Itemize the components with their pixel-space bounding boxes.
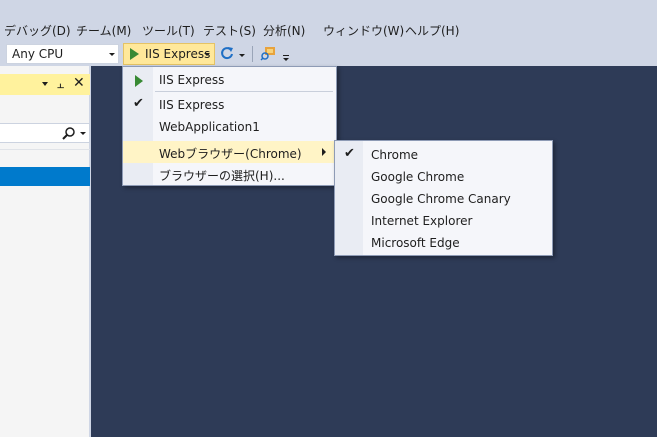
submenu-item-internet-explorer[interactable]: Internet Explorer (335, 210, 552, 232)
menu-tools[interactable]: ツール(T) (142, 22, 195, 39)
platform-combo[interactable]: Any CPU (6, 44, 119, 64)
menu-separator (155, 91, 333, 92)
standard-toolbar: Any CPU IIS Express (0, 42, 657, 66)
toolbar-separator (252, 46, 253, 62)
submenu-item-google-chrome[interactable]: Google Chrome (335, 166, 552, 188)
menu-item-label: WebApplication1 (159, 120, 260, 134)
search-input[interactable] (0, 123, 90, 143)
submenu-item-chrome[interactable]: ✔ Chrome (335, 144, 552, 166)
menu-debug[interactable]: デバッグ(D) (4, 22, 71, 39)
menu-item-label: IIS Express (159, 98, 225, 112)
menu-item-webapplication1[interactable]: WebApplication1 (123, 116, 336, 138)
menu-test[interactable]: テスト(S) (203, 22, 256, 39)
chevron-right-icon (322, 148, 326, 156)
submenu-item-label: Google Chrome (371, 170, 465, 184)
chevron-down-icon[interactable] (204, 53, 210, 56)
menu-item-iis-express[interactable]: ✔ IIS Express (123, 94, 336, 116)
chevron-down-icon[interactable] (80, 132, 86, 135)
refresh-icon[interactable] (220, 46, 234, 60)
submenu-item-google-chrome-canary[interactable]: Google Chrome Canary (335, 188, 552, 210)
chevron-down-icon[interactable] (42, 82, 48, 86)
pin-icon[interactable]: ⫠ (57, 77, 64, 92)
chevron-down-icon[interactable] (239, 54, 245, 57)
run-target-label: IIS Express (145, 47, 211, 61)
run-target-dropdown: IIS Express ✔ IIS Express WebApplication… (122, 66, 337, 186)
menu-item-label: IIS Express (159, 73, 225, 87)
menu-item-web-browser[interactable]: Webブラウザー(Chrome) (123, 141, 336, 163)
play-icon (135, 75, 143, 87)
menu-bar: デバッグ(D) チーム(M) ツール(T) テスト(S) 分析(N) ウィンドウ… (0, 0, 657, 42)
checkmark-icon: ✔ (133, 96, 144, 111)
submenu-item-label: Microsoft Edge (371, 236, 460, 250)
toolbar-overflow-icon[interactable] (282, 54, 290, 62)
menu-window[interactable]: ウィンドウ(W) (323, 22, 404, 39)
chevron-down-icon (109, 53, 115, 56)
browser-submenu: ✔ Chrome Google Chrome Google Chrome Can… (334, 140, 553, 256)
play-icon (130, 48, 139, 60)
submenu-item-label: Internet Explorer (371, 214, 473, 228)
menu-help[interactable]: ヘルプ(H) (405, 22, 459, 39)
browser-link-icon[interactable] (260, 45, 276, 61)
menu-team[interactable]: チーム(M) (76, 22, 131, 39)
close-icon[interactable]: ✕ (73, 75, 85, 91)
tool-window-panel: ⫠ ✕ (0, 66, 90, 437)
menu-analyze[interactable]: 分析(N) (263, 22, 305, 39)
submenu-item-microsoft-edge[interactable]: Microsoft Edge (335, 232, 552, 254)
submenu-item-label: Chrome (371, 148, 419, 162)
divider (0, 149, 90, 150)
run-target-button[interactable]: IIS Express (123, 43, 215, 65)
platform-value: Any CPU (12, 47, 64, 61)
menu-item-label: ブラウザーの選択(H)... (159, 169, 285, 183)
submenu-item-label: Google Chrome Canary (371, 192, 511, 206)
menu-item-choose-browser[interactable]: ブラウザーの選択(H)... (123, 163, 336, 185)
menu-item-label: Webブラウザー(Chrome) (159, 147, 302, 161)
tree-item-selected[interactable] (0, 167, 90, 186)
checkmark-icon: ✔ (344, 146, 355, 161)
search-icon[interactable] (62, 126, 76, 140)
menu-item-iis-express-run[interactable]: IIS Express (123, 69, 336, 91)
panel-title-bar: ⫠ ✕ (0, 74, 90, 95)
